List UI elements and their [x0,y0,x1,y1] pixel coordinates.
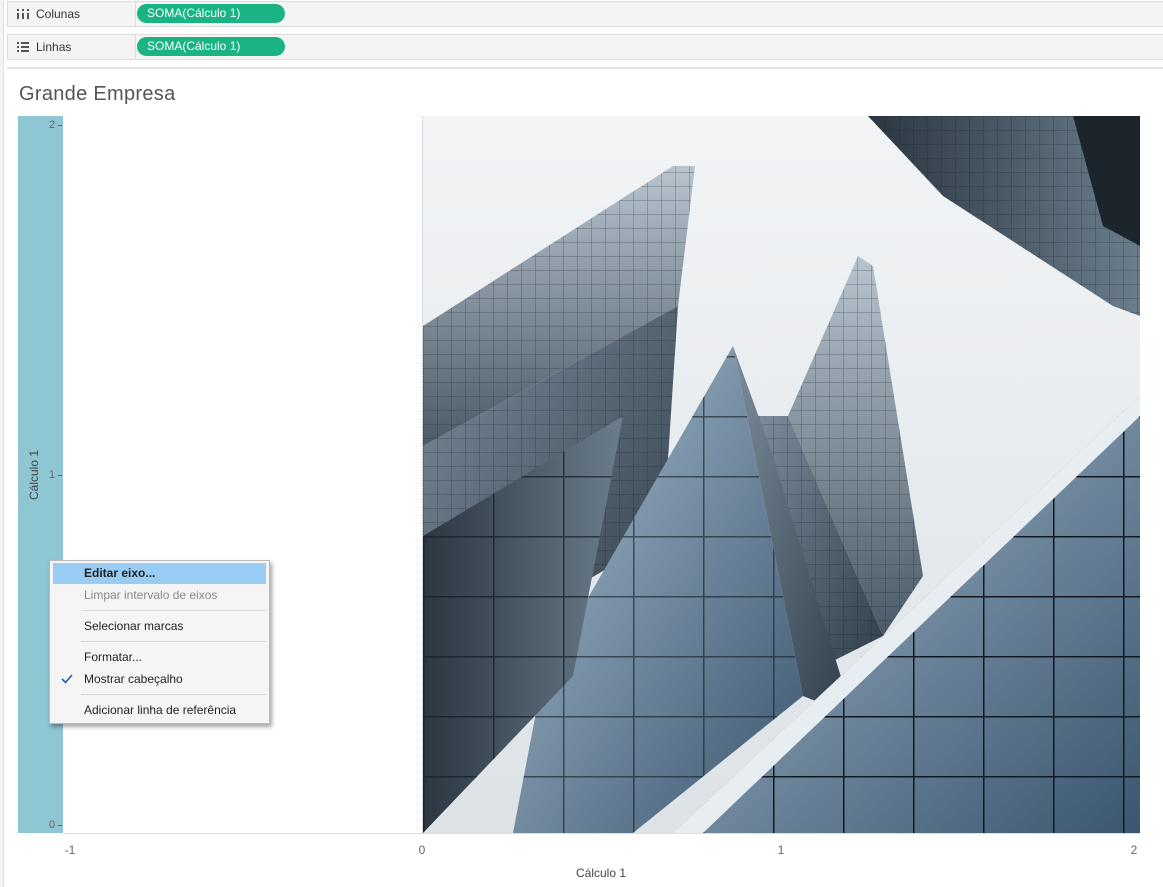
y-tick-mark [58,825,62,826]
x-tick-label: 2 [1130,843,1138,857]
left-panel-edge [0,0,4,887]
rows-list-icon [17,42,29,52]
axis-context-menu: Editar eixo... Limpar intervalo de eixos… [49,560,270,724]
menu-item-select-marks[interactable]: Selecionar marcas [53,616,266,637]
menu-item-clear-axis-range: Limpar intervalo de eixos [84,588,218,602]
x-axis-title[interactable]: Cálculo 1 [576,866,626,880]
columns-label-text: Colunas [36,7,81,21]
y-tick-mark [58,475,62,476]
rows-label-text: Linhas [36,40,72,54]
skyscrapers-illustration [423,116,1140,833]
columns-pill[interactable]: SOMA(Cálculo 1) [137,4,285,23]
x-tick-label: 1 [777,843,785,857]
rows-shelf-label: Linhas [8,35,136,59]
shelf-divider [7,67,1163,69]
rows-shelf[interactable]: Linhas SOMA(Cálculo 1) [7,34,1163,60]
y-tick-mark [58,125,62,126]
columns-shelf-label: Colunas [8,2,136,26]
y-tick-label: 2 [49,119,56,131]
menu-item-show-header[interactable]: Mostrar cabeçalho [53,669,266,690]
y-tick-label: 0 [49,819,56,831]
menu-item-format[interactable]: Formatar... [53,647,266,668]
menu-item-show-header-label: Mostrar cabeçalho [84,672,183,686]
view-title[interactable]: Grande Empresa [19,83,176,106]
y-tick-label: 1 [49,469,56,481]
rows-pill[interactable]: SOMA(Cálculo 1) [137,37,285,56]
y-axis-title[interactable]: Cálculo 1 [27,450,41,500]
columns-shelf[interactable]: Colunas SOMA(Cálculo 1) [7,1,1163,27]
menu-separator [81,610,266,611]
menu-separator [81,641,266,642]
checkmark-icon [61,674,73,684]
columns-icon [17,9,29,19]
menu-item-add-reference-line[interactable]: Adicionar linha de referência [53,700,266,721]
glass-skyscrapers-photo [423,116,1140,833]
menu-item-edit-axis[interactable]: Editar eixo... [53,563,266,584]
menu-separator [81,694,266,695]
x-tick-label: -1 [64,843,76,857]
x-tick-label: 0 [418,843,426,857]
